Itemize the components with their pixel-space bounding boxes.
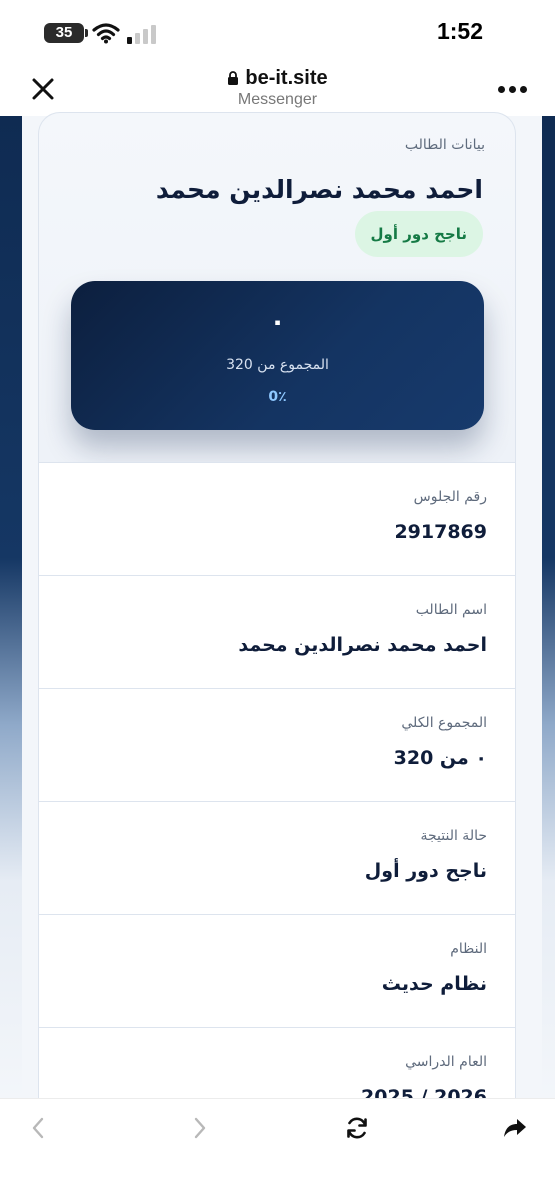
share-icon[interactable] bbox=[502, 1115, 528, 1141]
score-caption: المجموع من 320 bbox=[226, 357, 329, 373]
detail-row-total: المجموع الكلي ٠ من 320 bbox=[39, 688, 515, 801]
detail-label: المجموع الكلي bbox=[401, 715, 487, 731]
wifi-icon bbox=[92, 23, 120, 44]
detail-row-result-status: حالة النتيجة ناجح دور أول bbox=[39, 801, 515, 914]
browser-subtitle: Messenger bbox=[237, 91, 318, 108]
detail-label: رقم الجلوس bbox=[413, 489, 487, 505]
score-summary: ٠ المجموع من 320 0٪ bbox=[71, 281, 484, 430]
detail-value: نظام حديث bbox=[381, 973, 487, 995]
detail-label: العام الدراسي bbox=[405, 1054, 487, 1070]
chevron-left-icon[interactable] bbox=[26, 1115, 52, 1141]
details-list: رقم الجلوس 2917869 اسم الطالب احمد محمد … bbox=[38, 462, 516, 1108]
detail-value: ناجح دور أول bbox=[364, 860, 487, 882]
battery-indicator: 35 bbox=[44, 23, 88, 43]
reload-icon[interactable] bbox=[344, 1115, 370, 1141]
score-percent: 0٪ bbox=[268, 389, 287, 405]
cellular-signal-icon bbox=[127, 24, 157, 44]
score-value: ٠ bbox=[269, 307, 286, 337]
section-title: بيانات الطالب bbox=[404, 137, 485, 153]
detail-label: حالة النتيجة bbox=[420, 828, 487, 844]
detail-row-student-name: اسم الطالب احمد محمد نصرالدين محمد bbox=[39, 575, 515, 688]
status-bar: 35 1:52 bbox=[0, 0, 555, 62]
more-icon[interactable] bbox=[498, 86, 528, 94]
detail-label: اسم الطالب bbox=[415, 602, 487, 618]
student-name-heading: احمد محمد نصرالدين محمد bbox=[155, 175, 483, 204]
lock-icon bbox=[228, 71, 239, 85]
detail-label: النظام bbox=[450, 941, 487, 957]
browser-toolbar bbox=[0, 1098, 555, 1200]
chevron-right-icon[interactable] bbox=[186, 1115, 212, 1141]
detail-value: احمد محمد نصرالدين محمد bbox=[238, 634, 487, 656]
status-badge: ناجح دور أول bbox=[354, 211, 483, 257]
detail-value: ٠ من 320 bbox=[393, 747, 487, 769]
address-bar[interactable]: be-it.site Messenger bbox=[0, 66, 555, 110]
student-card: بيانات الطالب احمد محمد نصرالدين محمد نا… bbox=[38, 112, 516, 462]
clock: 1:52 bbox=[436, 18, 483, 44]
detail-value: 2917869 bbox=[394, 521, 487, 543]
detail-row-system: النظام نظام حديث bbox=[39, 914, 515, 1027]
browser-header: be-it.site Messenger bbox=[0, 62, 555, 116]
url-text: be-it.site bbox=[245, 67, 328, 89]
detail-row-seat-number: رقم الجلوس 2917869 bbox=[39, 462, 515, 575]
